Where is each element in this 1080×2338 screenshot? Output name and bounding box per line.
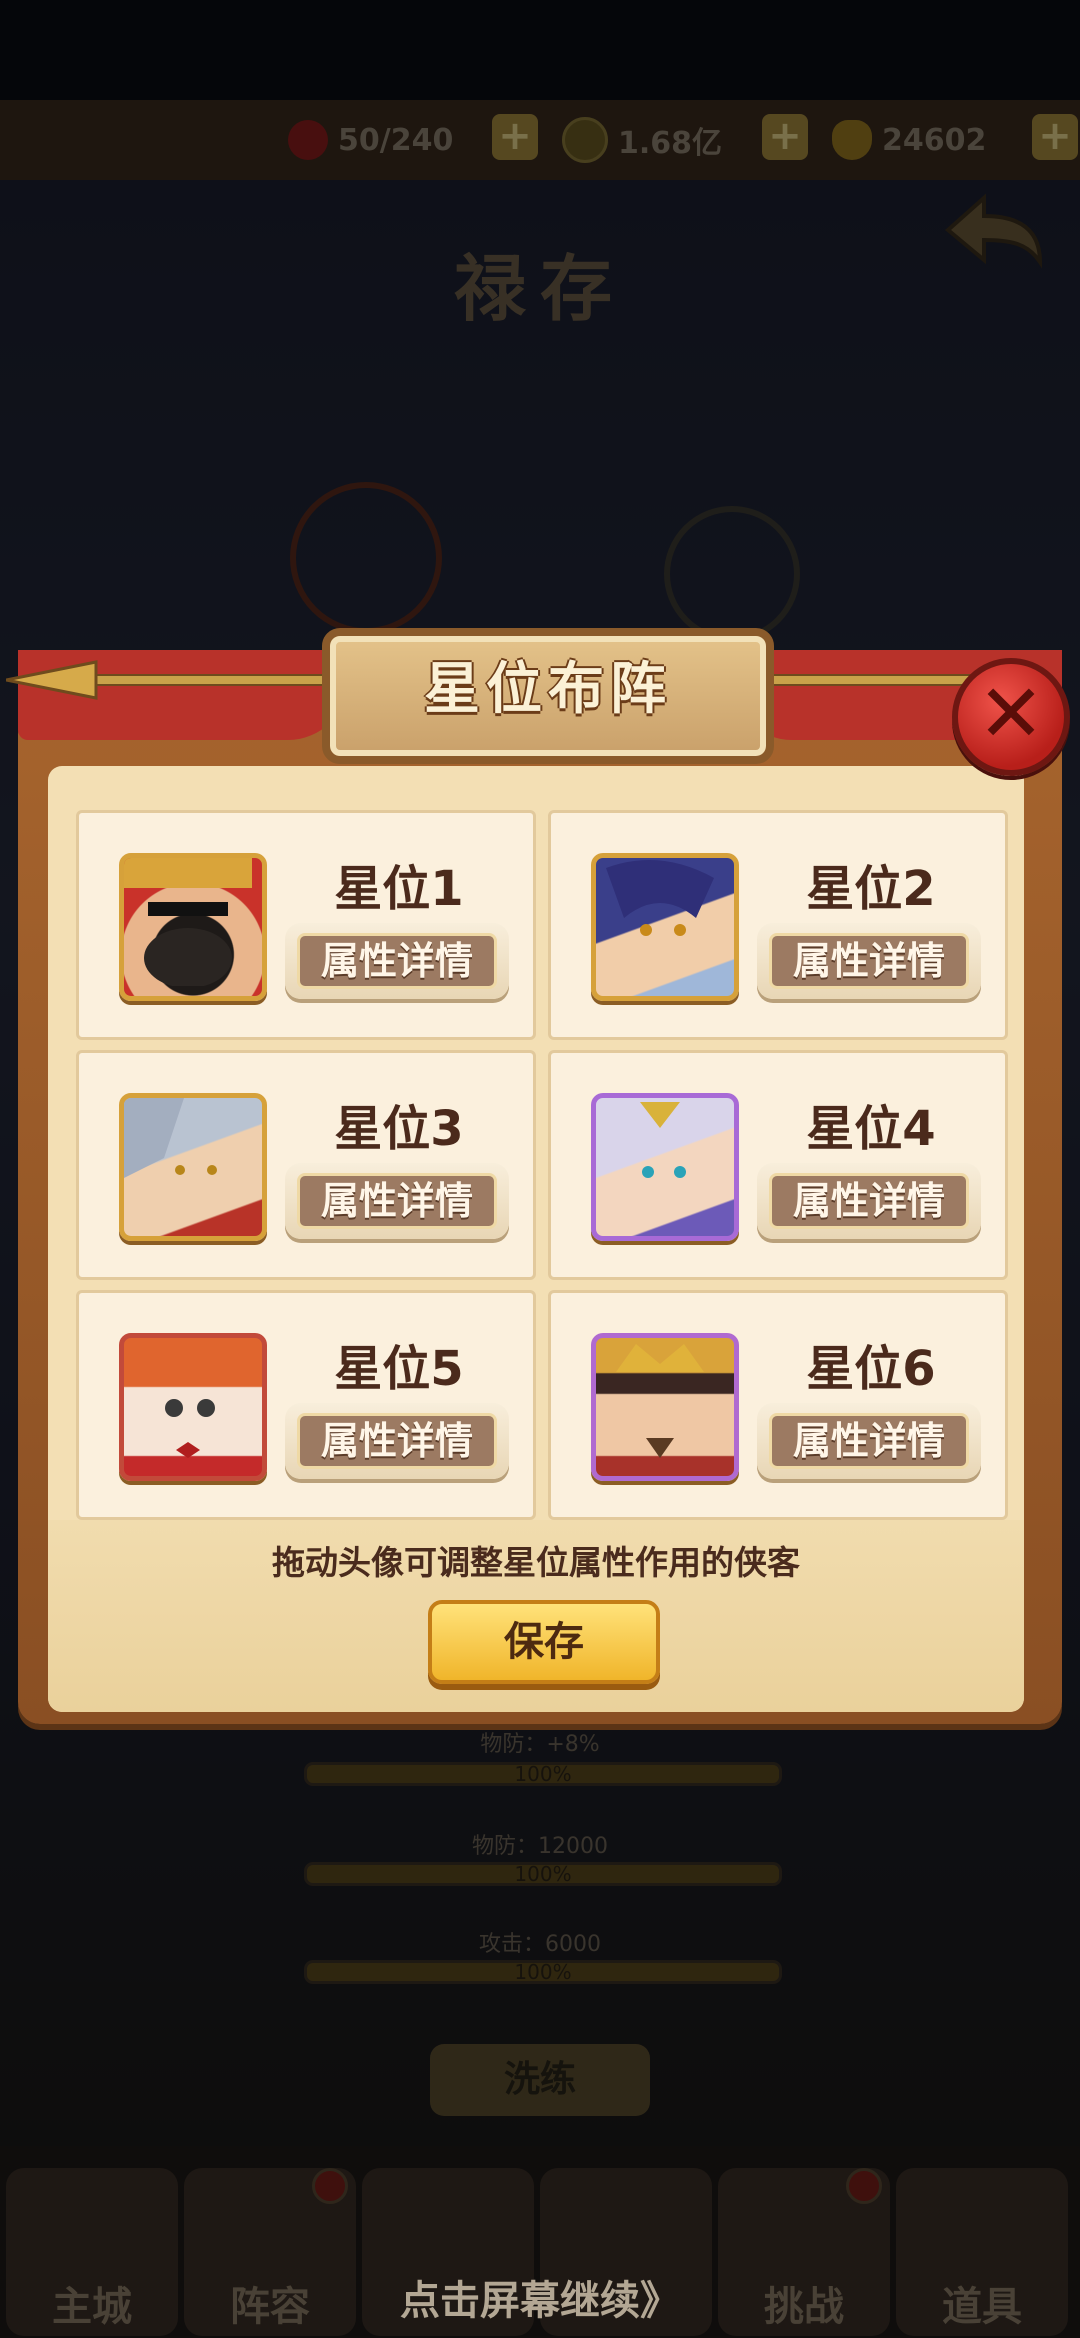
dialog-title: 星位布阵 xyxy=(424,657,672,722)
close-icon: ✕ xyxy=(977,667,1045,760)
silver-haired-warrior-avatar[interactable] xyxy=(119,1093,267,1241)
slot-label: 星位2 xyxy=(806,861,936,917)
star-slot-1: 星位1 属性详情 xyxy=(76,810,536,1040)
star-slot-5: 星位5 属性详情 xyxy=(76,1290,536,1520)
blue-haired-hero-portrait xyxy=(606,860,714,936)
slot-label: 星位4 xyxy=(806,1101,936,1157)
attribute-detail-button[interactable]: 属性详情 xyxy=(285,1403,509,1479)
star-slot-2: 星位2 属性详情 xyxy=(548,810,1008,1040)
attribute-detail-button[interactable]: 属性详情 xyxy=(757,923,981,999)
silver-haired-warrior-portrait xyxy=(124,1098,217,1178)
slot-label: 星位3 xyxy=(334,1101,464,1157)
blue-haired-hero-avatar[interactable] xyxy=(591,853,739,1001)
crowned-lord-portrait xyxy=(616,1344,704,1458)
tap-to-continue[interactable]: 点击屏幕继续》 xyxy=(0,2268,1080,2326)
orange-haired-girl-avatar[interactable] xyxy=(119,1333,267,1481)
slot-label: 星位5 xyxy=(334,1341,464,1397)
save-button[interactable]: 保存 xyxy=(428,1600,660,1684)
crowned-lord-avatar[interactable] xyxy=(591,1333,739,1481)
close-button[interactable]: ✕ xyxy=(952,658,1070,776)
bearded-general-avatar[interactable] xyxy=(119,853,267,1001)
white-haired-mage-avatar[interactable] xyxy=(591,1093,739,1241)
drag-hint: 拖动头像可调整星位属性作用的侠客 xyxy=(272,1543,800,1582)
attribute-detail-button[interactable]: 属性详情 xyxy=(285,923,509,999)
attribute-detail-button[interactable]: 属性详情 xyxy=(757,1163,981,1239)
orange-haired-girl-portrait xyxy=(165,1399,215,1458)
white-haired-mage-portrait xyxy=(640,1102,686,1178)
slot-label: 星位1 xyxy=(334,861,464,917)
star-slot-4: 星位4 属性详情 xyxy=(548,1050,1008,1280)
attribute-detail-button[interactable]: 属性详情 xyxy=(757,1403,981,1479)
star-slot-6: 星位6 属性详情 xyxy=(548,1290,1008,1520)
attribute-detail-button[interactable]: 属性详情 xyxy=(285,1163,509,1239)
bearded-general-portrait xyxy=(124,858,252,988)
slot-label: 星位6 xyxy=(806,1341,936,1397)
star-slot-3: 星位3 属性详情 xyxy=(76,1050,536,1280)
